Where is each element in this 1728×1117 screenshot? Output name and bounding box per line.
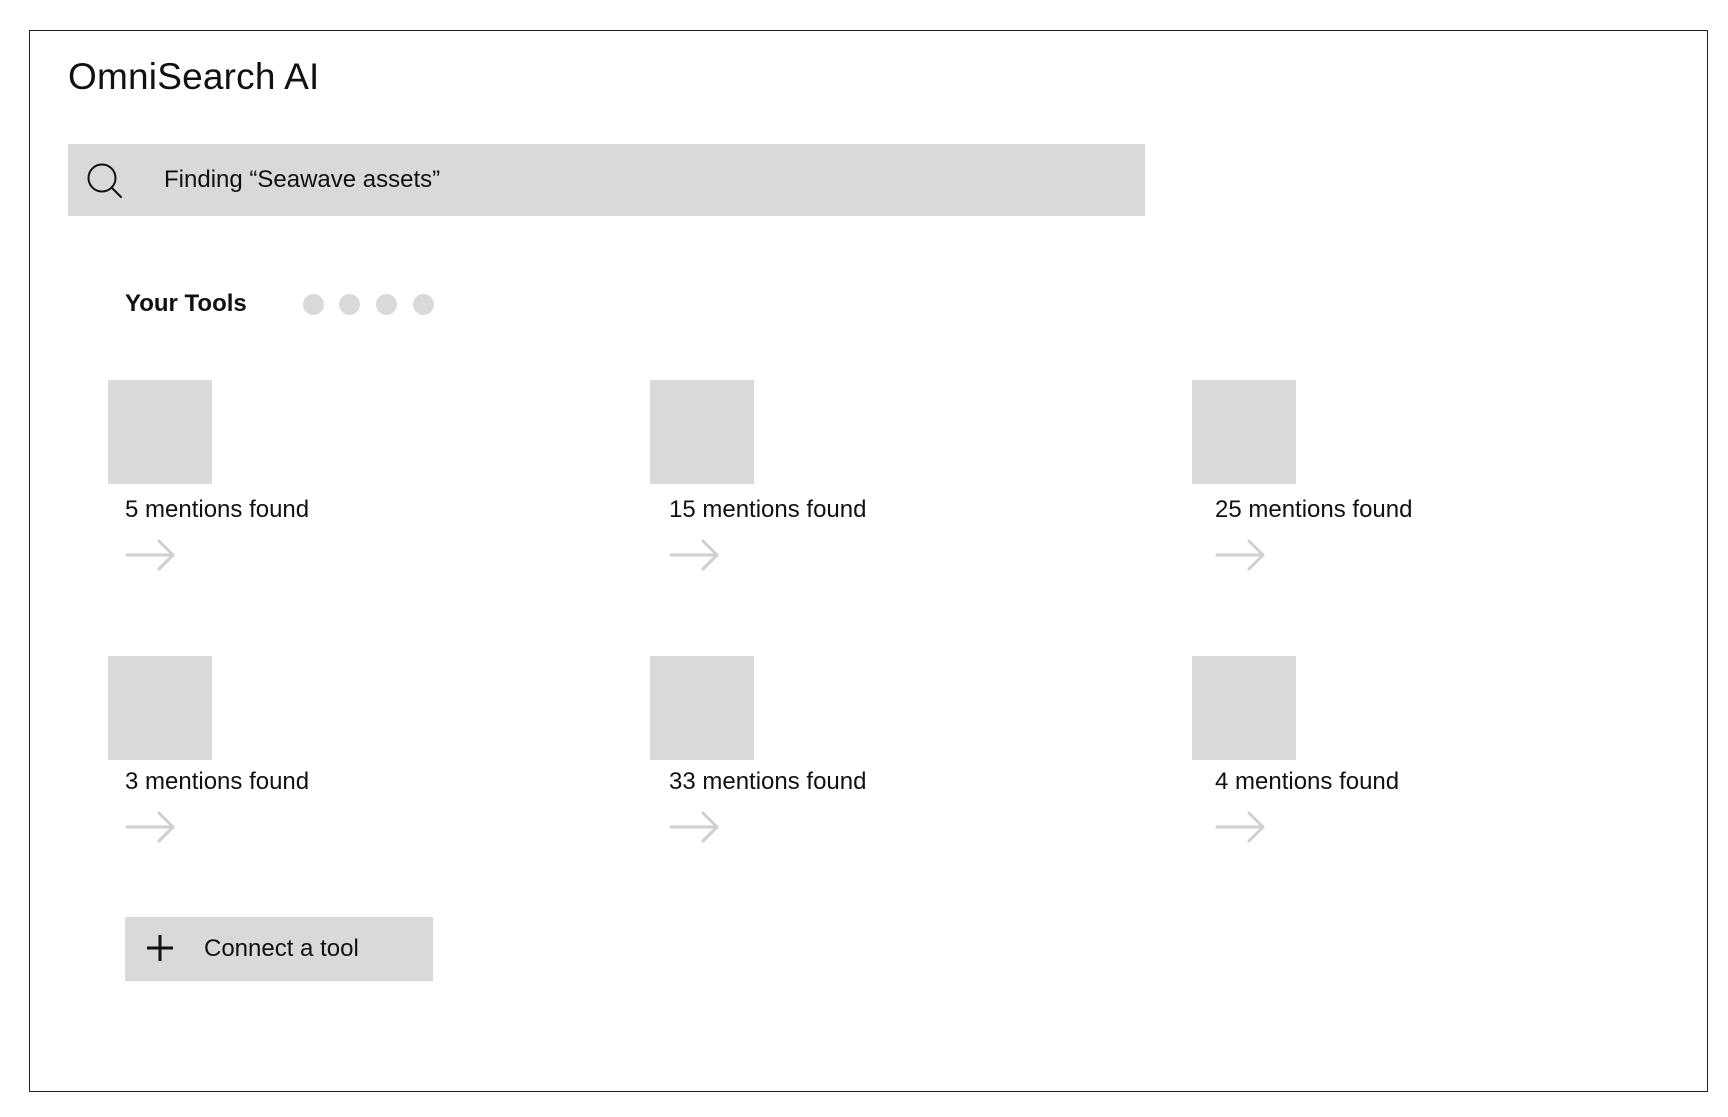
pager-dot[interactable] — [303, 294, 324, 315]
mentions-count: 5 mentions found — [125, 496, 310, 523]
search-query-text[interactable]: Finding “Seawave assets” — [164, 144, 440, 216]
tool-card[interactable]: 4 mentions found — [1192, 656, 1672, 856]
mentions-count: 33 mentions found — [669, 768, 867, 795]
plus-icon — [147, 935, 173, 961]
your-tools-heading: Your Tools — [125, 290, 247, 317]
tool-logo-placeholder — [108, 656, 212, 760]
search-bar[interactable]: Finding “Seawave assets” — [68, 144, 1145, 216]
mentions-count: 25 mentions found — [1215, 496, 1413, 523]
mentions-count: 3 mentions found — [125, 768, 310, 795]
connect-tool-label: Connect a tool — [204, 935, 359, 962]
search-icon — [87, 163, 122, 198]
tool-card[interactable]: 25 mentions found — [1192, 380, 1672, 580]
tool-card[interactable]: 5 mentions found — [108, 380, 588, 580]
pager-dot[interactable] — [339, 294, 360, 315]
arrow-right-icon[interactable] — [125, 810, 177, 844]
pager-dot[interactable] — [376, 294, 397, 315]
tool-card[interactable]: 33 mentions found — [650, 656, 1130, 856]
tool-logo-placeholder — [650, 656, 754, 760]
tool-logo-placeholder — [650, 380, 754, 484]
tool-card[interactable]: 3 mentions found — [108, 656, 588, 856]
arrow-right-icon[interactable] — [1215, 810, 1267, 844]
connect-tool-button[interactable]: Connect a tool — [125, 917, 433, 981]
app-title: OmniSearch AI — [68, 56, 320, 97]
tool-logo-placeholder — [1192, 380, 1296, 484]
arrow-right-icon[interactable] — [125, 538, 177, 572]
tool-logo-placeholder — [1192, 656, 1296, 760]
arrow-right-icon[interactable] — [1215, 538, 1267, 572]
pager-dot[interactable] — [413, 294, 434, 315]
arrow-right-icon[interactable] — [669, 810, 721, 844]
mentions-count: 15 mentions found — [669, 496, 867, 523]
arrow-right-icon[interactable] — [669, 538, 721, 572]
tool-logo-placeholder — [108, 380, 212, 484]
mentions-count: 4 mentions found — [1215, 768, 1400, 795]
tool-card[interactable]: 15 mentions found — [650, 380, 1130, 580]
